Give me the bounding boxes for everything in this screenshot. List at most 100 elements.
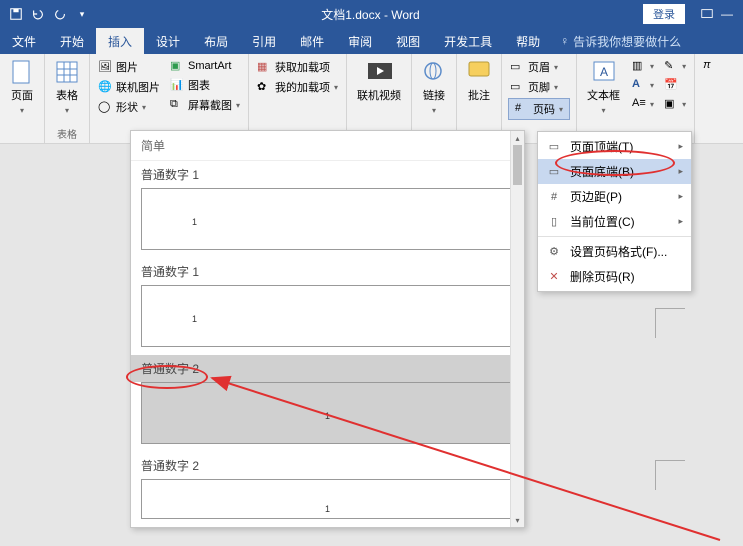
footer-button[interactable]: ▭页脚▾ xyxy=(508,78,570,96)
table-button[interactable]: 表格 ▾ xyxy=(51,58,83,126)
pages-label: 页面 xyxy=(11,87,33,103)
equation-button[interactable]: π xyxy=(701,58,719,74)
tell-me[interactable]: ♀ 告诉我你想要做什么 xyxy=(560,28,681,54)
screenshot-button[interactable]: ⧉屏幕截图▾ xyxy=(168,96,242,114)
tab-help[interactable]: 帮助 xyxy=(504,28,552,54)
equation-icon: π xyxy=(703,59,717,73)
redo-icon[interactable] xyxy=(52,6,68,22)
page-corner xyxy=(655,460,685,490)
submenu-remove-page-numbers[interactable]: ✕ 删除页码(R) xyxy=(538,264,691,289)
chevron-down-icon: ▾ xyxy=(650,81,654,90)
sample-number: 1 xyxy=(192,314,197,324)
comment-label: 批注 xyxy=(468,87,490,103)
gallery-item-plain2[interactable]: 1 xyxy=(141,382,514,444)
datetime-button[interactable]: 📅 xyxy=(662,77,688,93)
smartart-button[interactable]: ▣SmartArt xyxy=(168,58,242,74)
page-number-button[interactable]: #页码▾ xyxy=(508,98,570,120)
tab-insert[interactable]: 插入 xyxy=(96,28,144,54)
submenu-current-position[interactable]: ▯ 当前位置(C) ▸ xyxy=(538,209,691,234)
gallery-section-header: 简单 xyxy=(131,131,524,161)
online-pictures-button[interactable]: 🌐联机图片 xyxy=(96,78,162,96)
tab-layout[interactable]: 布局 xyxy=(192,28,240,54)
tab-developer[interactable]: 开发工具 xyxy=(432,28,504,54)
shapes-icon: ◯ xyxy=(98,100,112,114)
parts-icon: ▥ xyxy=(632,59,646,73)
titlebar: ▾ 文档1.docx - Word 登录 — xyxy=(0,0,743,28)
pictures-button[interactable]: 🖼图片 xyxy=(96,58,162,76)
format-icon: ⚙ xyxy=(546,244,562,260)
tab-design[interactable]: 设计 xyxy=(144,28,192,54)
qat-more-icon[interactable]: ▾ xyxy=(74,6,90,22)
signature-button[interactable]: ✎▾ xyxy=(662,58,688,74)
tab-review[interactable]: 审阅 xyxy=(336,28,384,54)
chevron-down-icon: ▾ xyxy=(602,106,606,115)
table-icon xyxy=(55,60,79,84)
tab-home[interactable]: 开始 xyxy=(48,28,96,54)
gallery-item-label-selected: 普通数字 2 xyxy=(131,355,524,382)
shapes-button[interactable]: ◯形状▾ xyxy=(96,98,162,116)
page-icon xyxy=(10,60,34,84)
undo-icon[interactable] xyxy=(30,6,46,22)
group-pages: 页面 ▾ xyxy=(0,54,45,143)
submenu-page-top[interactable]: ▭ 页面顶端(T) ▸ xyxy=(538,134,691,159)
page-number-gallery: 简单 普通数字 1 1 普通数字 1 1 普通数字 2 1 普通数字 2 1 ▴… xyxy=(130,130,525,528)
object-button[interactable]: ▣▾ xyxy=(662,96,688,112)
header-button[interactable]: ▭页眉▾ xyxy=(508,58,570,76)
online-video-button[interactable]: 联机视频 xyxy=(353,58,405,105)
gallery-item-plain2b[interactable]: 1 xyxy=(141,479,514,519)
page-bottom-icon: ▭ xyxy=(546,164,562,180)
wordart-button[interactable]: A▾ xyxy=(630,77,656,93)
tab-view[interactable]: 视图 xyxy=(384,28,432,54)
links-button[interactable]: 链接 ▾ xyxy=(418,58,450,117)
login-button[interactable]: 登录 xyxy=(643,4,685,24)
footer-icon: ▭ xyxy=(510,80,524,94)
group-text: A 文本框 ▾ ▥▾ A▾ A≡▾ ✎▾ 📅 ▣▾ xyxy=(577,54,695,143)
submenu-format-page-numbers[interactable]: ⚙ 设置页码格式(F)... xyxy=(538,239,691,264)
scroll-down-icon[interactable]: ▾ xyxy=(511,513,524,527)
scroll-thumb[interactable] xyxy=(513,145,522,185)
quick-parts-button[interactable]: ▥▾ xyxy=(630,58,656,74)
chevron-down-icon: ▾ xyxy=(650,62,654,71)
comment-button[interactable]: 批注 xyxy=(463,58,495,105)
chart-button[interactable]: 📊图表 xyxy=(168,76,242,94)
page-margins-icon: # xyxy=(546,189,562,205)
submenu-page-margins[interactable]: # 页边距(P) ▸ xyxy=(538,184,691,209)
gallery-item-plain1b[interactable]: 1 xyxy=(141,285,514,347)
chevron-down-icon: ▾ xyxy=(682,62,686,71)
header-icon: ▭ xyxy=(510,60,524,74)
submenu-page-bottom[interactable]: ▭ 页面底端(B) ▸ xyxy=(538,159,691,184)
group-symbols: π xyxy=(695,54,725,143)
minimize-icon[interactable]: — xyxy=(719,6,735,22)
pages-button[interactable]: 页面 ▾ xyxy=(6,58,38,117)
page-number-submenu: ▭ 页面顶端(T) ▸ ▭ 页面底端(B) ▸ # 页边距(P) ▸ ▯ 当前位… xyxy=(537,131,692,292)
svg-text:A: A xyxy=(600,65,608,79)
chevron-down-icon: ▾ xyxy=(682,100,686,109)
dropcap-button[interactable]: A≡▾ xyxy=(630,96,656,112)
my-addins-button[interactable]: ✿我的加载项▾ xyxy=(255,78,340,96)
sample-number: 1 xyxy=(325,411,330,421)
textbox-button[interactable]: A 文本框 ▾ xyxy=(583,58,624,141)
textbox-icon: A xyxy=(592,60,616,84)
gallery-scrollbar[interactable]: ▴ ▾ xyxy=(510,131,524,527)
window-title: 文档1.docx - Word xyxy=(98,6,643,23)
online-video-label: 联机视频 xyxy=(357,87,401,103)
save-icon[interactable] xyxy=(8,6,24,22)
get-addins-button[interactable]: ▦获取加载项 xyxy=(255,58,340,76)
tab-mailings[interactable]: 邮件 xyxy=(288,28,336,54)
chevron-down-icon: ▾ xyxy=(65,106,69,115)
gallery-item-plain1[interactable]: 1 xyxy=(141,188,514,250)
links-label: 链接 xyxy=(423,87,445,103)
ribbon-display-icon[interactable] xyxy=(699,6,715,22)
wordart-icon: A xyxy=(632,78,646,92)
sample-number: 1 xyxy=(325,504,330,514)
page-corner xyxy=(655,308,685,338)
online-picture-icon: 🌐 xyxy=(98,80,112,94)
scroll-up-icon[interactable]: ▴ xyxy=(511,131,524,145)
page-top-icon: ▭ xyxy=(546,139,562,155)
tab-file[interactable]: 文件 xyxy=(0,28,48,54)
chevron-down-icon: ▾ xyxy=(432,106,436,115)
tab-references[interactable]: 引用 xyxy=(240,28,288,54)
chevron-right-icon: ▸ xyxy=(678,141,683,152)
addins-icon: ✿ xyxy=(257,80,271,94)
chevron-down-icon: ▾ xyxy=(20,106,24,115)
